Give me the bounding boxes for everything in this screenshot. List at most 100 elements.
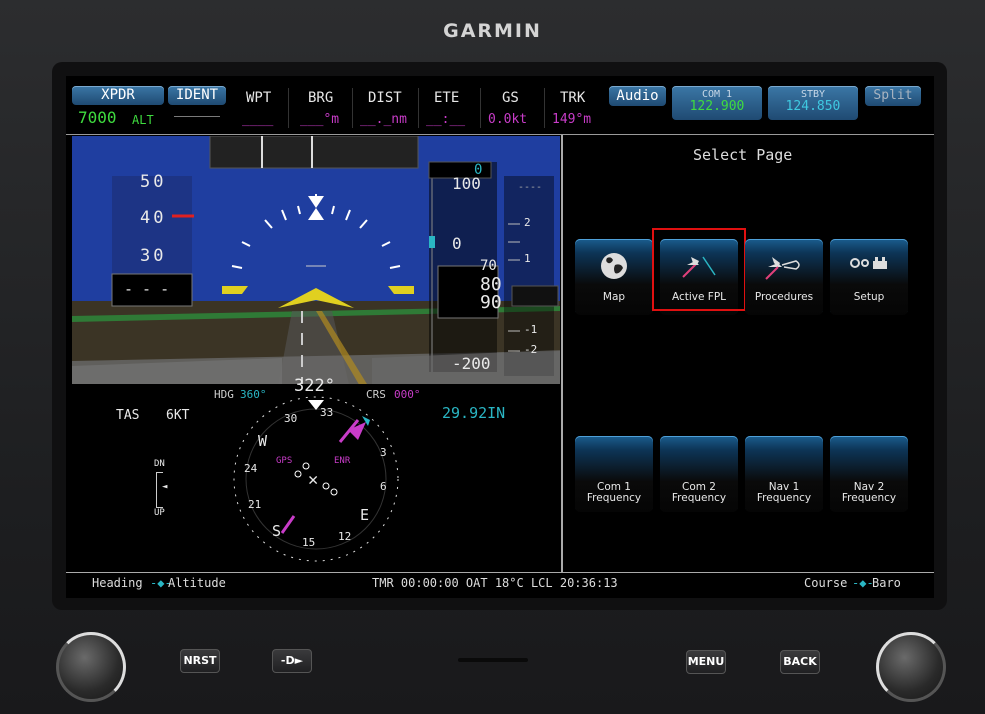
crs-label: CRS — [366, 388, 386, 401]
split-label: Split — [873, 88, 913, 103]
ident-label: IDENT — [175, 87, 219, 103]
left-knob[interactable] — [56, 632, 126, 702]
com2-frequency-button[interactable]: Com 2 Frequency — [660, 436, 738, 512]
stby-freq: 124.850 — [785, 99, 841, 114]
nav1-frequency-label: Nav 1 Frequency — [745, 482, 823, 504]
ete-label: ETE — [434, 90, 460, 106]
menu-label: MENU — [687, 655, 725, 668]
ident-button[interactable]: IDENT — [168, 86, 226, 105]
com1-frequency-label: Com 1 Frequency — [575, 482, 653, 504]
nav2-frequency-label: Nav 2 Frequency — [830, 482, 908, 504]
back-button[interactable]: BACK — [780, 650, 820, 674]
baro-knob-label: Baro — [872, 576, 901, 590]
card-slot — [458, 658, 528, 662]
procedures-label: Procedures — [754, 291, 814, 303]
stby-button[interactable]: STBY 124.850 — [768, 86, 858, 120]
page-title: Select Page — [693, 146, 793, 164]
procedures-icon — [765, 257, 800, 280]
vsi-tick-2: 2 — [524, 216, 531, 229]
heading-readout: 322° — [294, 376, 335, 396]
com2-frequency-line2: Frequency — [671, 492, 727, 504]
compass-24: 24 — [244, 462, 258, 475]
vsi-tick-minus1: -1 — [524, 323, 538, 336]
compass-6: 6 — [380, 480, 387, 493]
hdg-value: 360° — [240, 388, 267, 401]
status-readout: TMR 00:00:00 OAT 18°C LCL 20:36:13 — [372, 576, 618, 590]
nav1-frequency-button[interactable]: Nav 1 Frequency — [745, 436, 823, 512]
course-knob-label: Course — [804, 576, 848, 590]
com1-freq: 122.900 — [689, 99, 745, 114]
map-label: Map — [602, 291, 626, 303]
nrst-button[interactable]: NRST — [180, 649, 220, 673]
compass-e: E — [360, 506, 370, 524]
gears-icon — [850, 257, 887, 269]
baro-setting[interactable]: 29.92IN — [442, 404, 505, 422]
top-bar-divider — [66, 134, 934, 135]
vsi-tick-1: 1 — [524, 252, 531, 265]
audio-button[interactable]: Audio — [609, 86, 666, 106]
speed-tick-50: 50 — [140, 172, 167, 192]
xpdr-mode: ALT — [132, 113, 154, 127]
setup-label: Setup — [853, 291, 885, 303]
ete-value: __:__ — [426, 112, 466, 127]
menu-button[interactable]: MENU — [686, 650, 726, 674]
map-button[interactable]: Map — [575, 239, 653, 315]
nav2-frequency-button[interactable]: Nav 2 Frequency — [830, 436, 908, 512]
wpt-label: WPT — [246, 90, 272, 106]
field-sep-3 — [418, 88, 419, 128]
flaps-up-label: UP — [154, 508, 165, 518]
gps-annunciator: GPS — [276, 456, 293, 466]
flaps-dn-label: DN — [154, 459, 165, 469]
gs-label: GS — [502, 90, 519, 106]
nav2-frequency-line2: Frequency — [841, 492, 897, 504]
hdg-label: HDG — [214, 388, 234, 401]
altitude-knob-label: Altitude — [168, 576, 226, 590]
bottom-bar: Heading -◆- Altitude TMR 00:00:00 OAT 18… — [66, 574, 934, 596]
heading-knob-label: Heading — [92, 576, 143, 590]
brg-label: BRG — [308, 90, 334, 106]
speed-tick-30: 30 — [140, 246, 167, 266]
direct-to-icon: -D► — [280, 654, 304, 667]
vsi-top: ---- — [518, 182, 543, 193]
bottom-bar-divider — [66, 572, 934, 573]
com1-button[interactable]: COM 1 122.900 — [672, 86, 762, 120]
flaps-indicator: ◄ — [162, 482, 168, 492]
crs-value: 000° — [394, 388, 421, 401]
field-sep-4 — [480, 88, 481, 128]
field-sep-2 — [352, 88, 353, 128]
split-button[interactable]: Split — [865, 86, 921, 106]
gs-value: 0.0kt — [488, 112, 528, 127]
right-knob[interactable] — [876, 632, 946, 702]
compass-30: 30 — [284, 412, 298, 425]
nav1-frequency-line2: Frequency — [756, 492, 812, 504]
xpdr-code[interactable]: 7000 — [78, 108, 117, 127]
alt-tick-0: 0 — [452, 234, 462, 253]
trk-label: TRK — [560, 90, 586, 106]
direct-to-button[interactable]: -D► — [272, 649, 312, 673]
com2-frequency-label: Com 2 Frequency — [660, 482, 738, 504]
compass-s: S — [272, 522, 282, 540]
tas-value: 6KT — [166, 408, 190, 423]
nrst-label: NRST — [183, 654, 217, 667]
setup-button[interactable]: Setup — [830, 239, 908, 315]
highlight-box — [652, 228, 746, 311]
alt-tick-100: 100 — [452, 174, 481, 193]
field-sep-5 — [544, 88, 545, 128]
pfd-pane: 50 40 30 - - - 0 100 0 70 80 90 -200 ---… — [72, 136, 560, 571]
dist-label: DIST — [368, 90, 402, 106]
xpdr-button[interactable]: XPDR — [72, 86, 164, 105]
alt-readout-90: 90 — [480, 292, 502, 313]
speed-readout: - - - — [124, 280, 170, 298]
compass-15: 15 — [302, 536, 316, 549]
pane-divider — [561, 135, 563, 572]
procedures-button[interactable]: Procedures — [745, 239, 823, 315]
com1-frequency-button[interactable]: Com 1 Frequency — [575, 436, 653, 512]
compass-12: 12 — [338, 530, 352, 543]
field-sep-1 — [288, 88, 289, 128]
vsi-tick-minus2: -2 — [524, 343, 538, 356]
alt-readout-top: 70 — [480, 258, 497, 274]
dist-value: __._nm — [360, 112, 407, 127]
compass-3: 3 — [380, 446, 387, 459]
display-screen: XPDR 7000 ALT IDENT WPT ____ BRG ___°m D… — [66, 76, 934, 598]
globe-icon — [601, 253, 627, 279]
